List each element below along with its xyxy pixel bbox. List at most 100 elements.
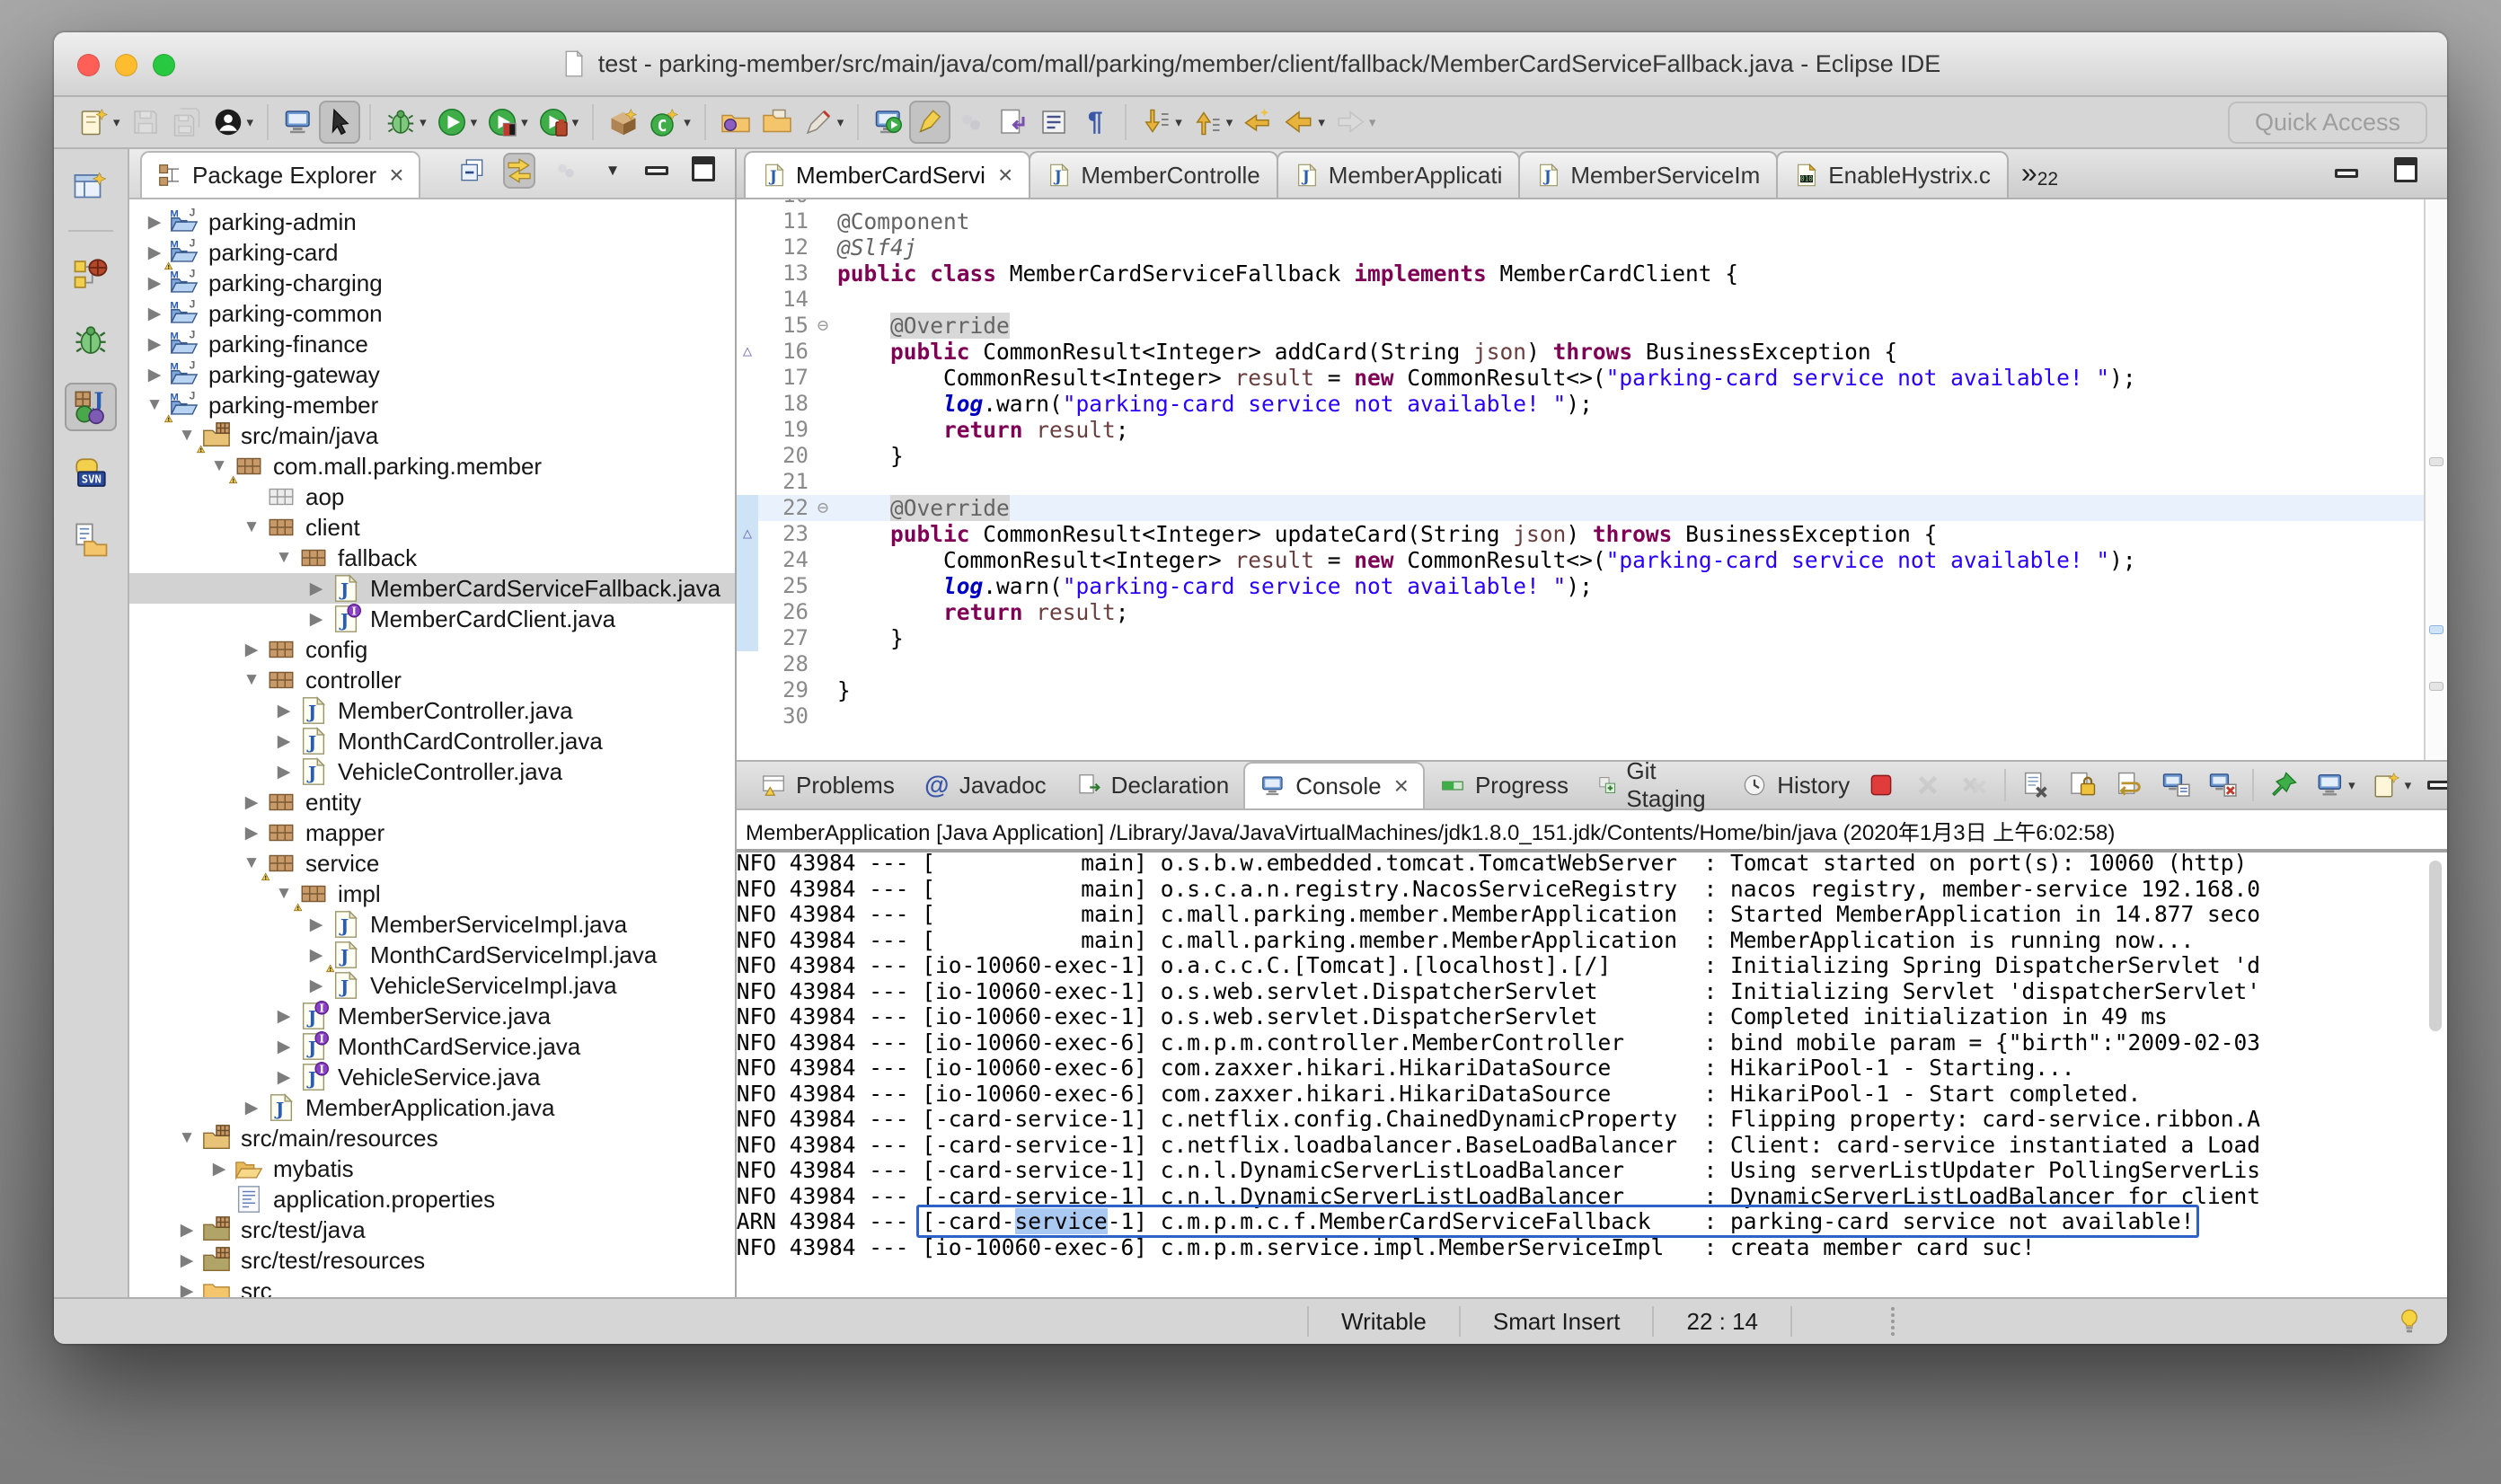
- show-stdout-button[interactable]: [2159, 766, 2193, 804]
- lightbulb-icon[interactable]: [2395, 1306, 2424, 1337]
- tree-item-memberservice-java[interactable]: ▶JIMemberService.java: [129, 1001, 735, 1031]
- chevron-collapsed-icon[interactable]: ▶: [174, 1250, 199, 1271]
- tree-item-membercontroller-java[interactable]: ▶JMemberController.java: [129, 695, 735, 726]
- remote-system-button[interactable]: [278, 101, 319, 144]
- java-perspective-button[interactable]: J: [65, 383, 117, 431]
- tree-item-aop[interactable]: aop: [129, 481, 735, 512]
- zoom-button[interactable]: [153, 54, 175, 76]
- show-stderr-button[interactable]: [2205, 766, 2240, 804]
- maximize-button[interactable]: [2390, 152, 2431, 195]
- view-tab-console[interactable]: Console×: [1243, 762, 1425, 808]
- chevron-collapsed-icon[interactable]: ▶: [239, 823, 264, 844]
- back-button[interactable]: ▾: [1278, 101, 1330, 144]
- new-wizard-button[interactable]: ▾: [74, 101, 125, 144]
- coverage-button[interactable]: ▾: [482, 101, 533, 144]
- tree-item-monthcardservice-java[interactable]: ▶JIMonthCardService.java: [129, 1031, 735, 1062]
- tree-item-monthcardserviceimpl-java[interactable]: ▶JMonthCardServiceImpl.java: [129, 940, 735, 970]
- outline-list-button[interactable]: [1033, 101, 1074, 144]
- svn-perspective-button[interactable]: SVN: [65, 449, 117, 498]
- tree-item-fallback[interactable]: ▼fallback: [129, 543, 735, 573]
- chevron-collapsed-icon[interactable]: ▶: [174, 1281, 199, 1298]
- account-button[interactable]: ▾: [208, 101, 259, 144]
- chevron-collapsed-icon[interactable]: ▶: [207, 1159, 232, 1179]
- open-type-button[interactable]: [715, 101, 756, 144]
- profile-button[interactable]: ▾: [533, 101, 584, 144]
- tree-item-parking-card[interactable]: ▶MJparking-card: [129, 237, 735, 268]
- tree-item-src-test-resources[interactable]: ▶src/test/resources: [129, 1245, 735, 1276]
- fold-collapse-icon[interactable]: ⊖: [809, 495, 837, 521]
- chevron-collapsed-icon[interactable]: ▶: [271, 1067, 296, 1088]
- scroll-lock-button[interactable]: [2065, 766, 2099, 804]
- save-button[interactable]: [125, 101, 166, 144]
- terminate-button[interactable]: [1864, 766, 1898, 804]
- view-tab-declaration[interactable]: Declaration: [1061, 762, 1244, 808]
- tree-item-memberserviceimpl-java[interactable]: ▶JMemberServiceImpl.java: [129, 909, 735, 940]
- chevron-collapsed-icon[interactable]: ▶: [304, 914, 329, 935]
- chevron-collapsed-icon[interactable]: ▶: [174, 1220, 199, 1241]
- last-edit-location-button[interactable]: [1237, 101, 1278, 144]
- editor-tab-memberserviceim[interactable]: JMemberServiceIm: [1518, 151, 1778, 198]
- word-wrap-button[interactable]: [2112, 766, 2146, 804]
- focus-button[interactable]: [550, 153, 582, 189]
- open-perspective-button[interactable]: [65, 163, 117, 212]
- tree-item-mapper[interactable]: ▶mapper: [129, 817, 735, 848]
- tree-item-vehiclecontroller-java[interactable]: ▶JVehicleController.java: [129, 756, 735, 787]
- pin-console-button[interactable]: [2267, 766, 2301, 804]
- next-annotation-button[interactable]: ▾: [1136, 101, 1187, 144]
- tree-item-monthcardcontroller-java[interactable]: ▶JMonthCardController.java: [129, 726, 735, 756]
- overview-marker[interactable]: [2429, 625, 2444, 634]
- view-menu-button[interactable]: ▼: [597, 153, 629, 189]
- inactive-dots-button[interactable]: [950, 101, 992, 144]
- import-button[interactable]: [756, 101, 798, 144]
- chevron-collapsed-icon[interactable]: ▶: [304, 609, 329, 630]
- tree-item-parking-finance[interactable]: ▶MJparking-finance: [129, 329, 735, 359]
- chevron-collapsed-icon[interactable]: ▶: [271, 762, 296, 782]
- chevron-collapsed-icon[interactable]: ▶: [271, 1037, 296, 1057]
- tree-item-parking-gateway[interactable]: ▶MJparking-gateway: [129, 359, 735, 390]
- editor-tab-overflow[interactable]: »22: [2021, 156, 2058, 190]
- tree-item-com-mall-parking-member[interactable]: ▼com.mall.parking.member: [129, 451, 735, 481]
- open-task-button[interactable]: [992, 101, 1033, 144]
- tab-package-explorer[interactable]: Package Explorer ×: [140, 151, 420, 198]
- chevron-expanded-icon[interactable]: ▼: [174, 1128, 199, 1148]
- minimize-button[interactable]: [2330, 152, 2372, 195]
- tree-item-config[interactable]: ▶config: [129, 634, 735, 665]
- chevron-collapsed-icon[interactable]: ▶: [239, 1098, 264, 1118]
- tree-item-src-main-resources[interactable]: ▼src/main/resources: [129, 1123, 735, 1153]
- tree-item-controller[interactable]: ▼controller: [129, 665, 735, 695]
- view-tab-problems[interactable]: Problems: [746, 762, 909, 808]
- fold-collapse-icon[interactable]: ⊖: [809, 313, 837, 339]
- console-scrollbar[interactable]: [2429, 861, 2442, 1031]
- tree-item-impl[interactable]: ▼impl: [129, 879, 735, 909]
- close-icon[interactable]: ×: [998, 163, 1012, 188]
- chevron-expanded-icon[interactable]: ▼: [271, 548, 296, 568]
- new-java-package-button[interactable]: [603, 101, 644, 144]
- editor-tab-memberapplicati[interactable]: JMemberApplicati: [1277, 151, 1521, 198]
- view-tab-javadoc[interactable]: @Javadoc: [909, 762, 1061, 808]
- search-button[interactable]: ▾: [798, 101, 849, 144]
- chevron-collapsed-icon[interactable]: ▶: [271, 1006, 296, 1027]
- project-tree[interactable]: ▶MJparking-admin▶MJparking-card▶MJparkin…: [129, 199, 735, 1297]
- tree-item-membercardservicefallback-java[interactable]: ▶JMemberCardServiceFallback.java: [129, 573, 735, 604]
- clear-console-button[interactable]: [2019, 766, 2053, 804]
- quick-access-button[interactable]: Quick Access: [2228, 102, 2427, 144]
- chevron-collapsed-icon[interactable]: ▶: [142, 273, 167, 294]
- close-icon[interactable]: ×: [1394, 773, 1409, 799]
- minimize-button[interactable]: [115, 54, 137, 76]
- tree-item-client[interactable]: ▼client: [129, 512, 735, 543]
- chevron-collapsed-icon[interactable]: ▶: [271, 701, 296, 721]
- chevron-collapsed-icon[interactable]: ▶: [142, 212, 167, 233]
- minimize-button[interactable]: [2426, 766, 2447, 804]
- overview-marker[interactable]: [2429, 682, 2444, 691]
- titlebar[interactable]: test - parking-member/src/main/java/com/…: [54, 32, 2447, 97]
- chevron-expanded-icon[interactable]: ▼: [239, 517, 264, 537]
- team-sync-perspective-button[interactable]: [65, 250, 117, 298]
- link-with-editor-button[interactable]: [503, 153, 535, 189]
- console-log[interactable]: INFO 43984 --- [ main] o.s.b.w.embedded.…: [737, 849, 2447, 1297]
- tree-item-mybatis[interactable]: ▶mybatis: [129, 1153, 735, 1184]
- debug-button[interactable]: ▾: [380, 101, 431, 144]
- maximize-button[interactable]: [690, 153, 722, 189]
- display-console-button[interactable]: ▾: [2313, 766, 2357, 804]
- show-whitespace-button[interactable]: ¶: [1074, 101, 1116, 144]
- close-icon[interactable]: ×: [389, 163, 403, 188]
